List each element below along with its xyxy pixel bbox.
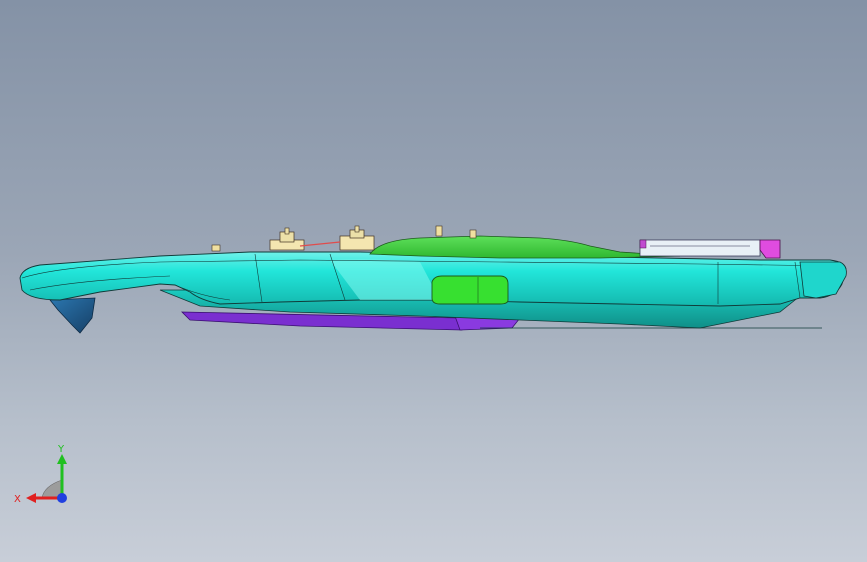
axis-triad: Y X	[14, 444, 67, 505]
right-bracket	[639, 239, 781, 259]
cad-model-view[interactable]	[0, 0, 867, 562]
top-green-part	[369, 235, 681, 259]
3d-graphics-area[interactable]: Y X	[0, 0, 867, 562]
side-window	[431, 275, 509, 305]
y-axis-label: Y	[57, 444, 65, 455]
front-keel	[49, 297, 96, 334]
z-axis-icon	[57, 493, 67, 503]
stern-cap	[799, 261, 847, 299]
x-axis-label: X	[14, 494, 21, 505]
